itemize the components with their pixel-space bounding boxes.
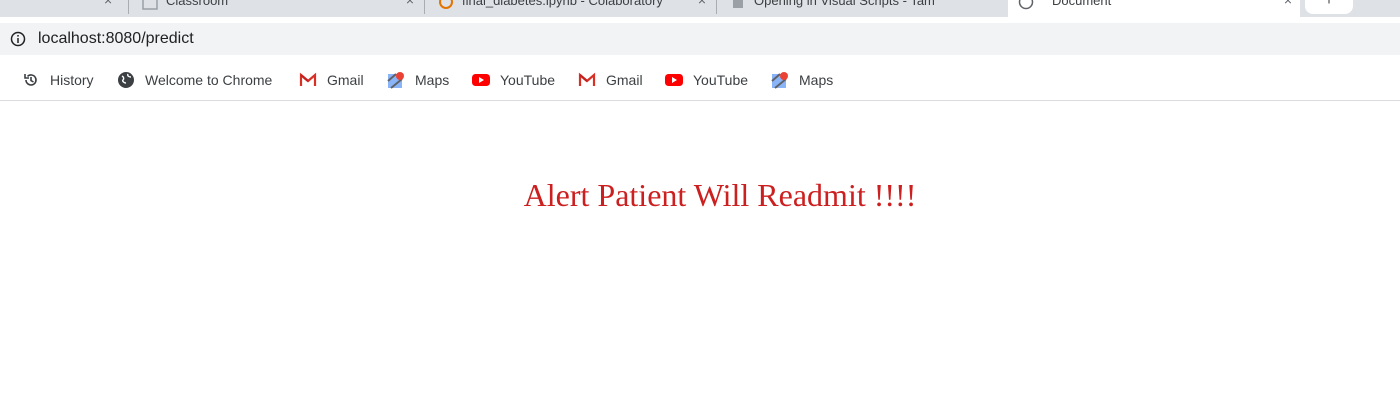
history-icon [24,74,37,86]
tab-colab[interactable]: final_diabetes.ipynb - Colaboratory × [428,0,714,17]
tab-separator [424,0,425,14]
maps-icon [387,72,404,89]
url-text[interactable]: localhost:8080/predict [38,30,194,48]
close-tab-icon[interactable]: × [698,0,706,8]
bookmark-youtube[interactable]: YouTube [472,70,555,90]
tab-title: Opening in Visual Scripts - Tam [754,0,935,8]
bookmark-label: Welcome to Chrome [145,72,273,88]
bookmark-welcome-to-chrome[interactable]: Welcome to Chrome [117,70,272,90]
bookmark-maps[interactable]: Maps [387,70,449,90]
bookmark-gmail[interactable]: Gmail [299,70,364,90]
bookmark-label: Maps [415,72,450,88]
bookmark-label: History [50,72,94,88]
tab-title: Document [1052,0,1112,8]
tab-title: Classroom [166,0,229,8]
maps-icon [771,72,788,89]
bookmark-maps[interactable]: Maps [771,70,833,90]
bookmark-label: YouTube [500,72,556,88]
tab-classroom[interactable]: Classroom × [132,0,422,17]
globe-icon [118,72,134,88]
new-tab-button[interactable]: + [1305,0,1353,14]
youtube-icon [665,74,683,86]
readmit-alert-message: Alert Patient Will Readmit !!!! [523,177,917,213]
colab-icon [439,0,453,9]
tab-separator [716,0,717,14]
bookmark-gmail[interactable]: Gmail [578,70,643,90]
tab-title: final_diabetes.ipynb - Colaboratory [462,0,663,8]
bookmark-label: Maps [799,72,834,88]
close-tab-icon[interactable]: × [104,0,112,8]
tab-separator [128,0,129,14]
bookmark-history[interactable]: History [22,70,94,90]
close-tab-icon[interactable]: × [1284,0,1292,8]
bookmark-label: Gmail [327,72,364,88]
globe-icon [1018,0,1034,10]
toolbar: localhost:8080/predict [0,17,1400,61]
page-content: Alert Patient Will Readmit !!!! [0,101,1400,415]
tab-visual-scripts[interactable]: Opening in Visual Scripts - Tam [720,0,1006,17]
close-tab-icon[interactable]: × [406,0,414,8]
bookmarks-bar: History Welcome to Chrome Gmail Maps You… [0,61,1400,101]
gmail-icon [578,72,596,86]
tab-document[interactable]: Document × [1008,0,1300,17]
gmail-icon [299,72,317,86]
classroom-icon [142,0,158,10]
generic-page-icon [733,0,743,8]
bookmark-youtube[interactable]: YouTube [665,70,748,90]
address-bar[interactable]: localhost:8080/predict [0,23,1400,55]
bookmark-label: YouTube [693,72,749,88]
tab-strip: × Classroom × final_diabetes.ipynb - Col… [0,0,1400,17]
bookmark-label: Gmail [606,72,643,88]
info-icon[interactable] [10,31,26,47]
youtube-icon [472,74,490,86]
